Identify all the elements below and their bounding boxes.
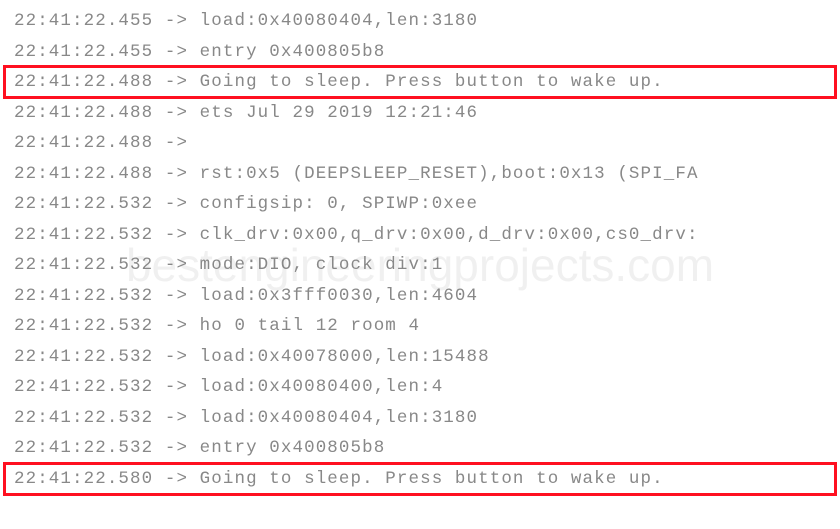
log-message: load:0x40078000,len:15488: [200, 347, 490, 367]
log-timestamp: 22:41:22.488: [14, 103, 153, 123]
log-timestamp: 22:41:22.455: [14, 42, 153, 62]
log-arrow: ->: [165, 11, 188, 31]
log-arrow: ->: [165, 469, 188, 489]
log-line: 22:41:22.532 -> configsip: 0, SPIWP:0xee: [14, 189, 840, 220]
log-message: ho 0 tail 12 room 4: [200, 316, 420, 336]
log-arrow: ->: [165, 164, 188, 184]
log-line: 22:41:22.532 -> ho 0 tail 12 room 4: [14, 311, 840, 342]
log-line: 22:41:22.488 -> ets Jul 29 2019 12:21:46: [14, 98, 840, 129]
log-line: 22:41:22.488 ->: [14, 128, 840, 159]
log-arrow: ->: [165, 316, 188, 336]
log-arrow: ->: [165, 103, 188, 123]
log-message: ets Jul 29 2019 12:21:46: [200, 103, 478, 123]
log-message: load:0x3fff0030,len:4604: [200, 286, 478, 306]
log-message: clk_drv:0x00,q_drv:0x00,d_drv:0x00,cs0_d…: [200, 225, 699, 245]
log-timestamp: 22:41:22.532: [14, 347, 153, 367]
serial-log: 22:41:22.455 -> load:0x40080404,len:3180…: [0, 0, 840, 494]
log-message: load:0x40080404,len:3180: [200, 11, 478, 31]
log-arrow: ->: [165, 347, 188, 367]
log-arrow: ->: [165, 72, 188, 92]
log-timestamp: 22:41:22.488: [14, 72, 153, 92]
log-line: 22:41:22.532 -> clk_drv:0x00,q_drv:0x00,…: [14, 220, 840, 251]
log-arrow: ->: [165, 286, 188, 306]
log-arrow: ->: [165, 255, 188, 275]
log-timestamp: 22:41:22.532: [14, 225, 153, 245]
log-timestamp: 22:41:22.580: [14, 469, 153, 489]
log-message: configsip: 0, SPIWP:0xee: [200, 194, 478, 214]
log-line: 22:41:22.532 -> mode:DIO, clock div:1: [14, 250, 840, 281]
log-message: load:0x40080404,len:3180: [200, 408, 478, 428]
log-timestamp: 22:41:22.488: [14, 164, 153, 184]
log-line: 22:41:22.532 -> entry 0x400805b8: [14, 433, 840, 464]
log-line: 22:41:22.532 -> load:0x3fff0030,len:4604: [14, 281, 840, 312]
log-message: entry 0x400805b8: [200, 42, 386, 62]
log-line: 22:41:22.580 -> Going to sleep. Press bu…: [14, 464, 840, 495]
log-line: 22:41:22.532 -> load:0x40080404,len:3180: [14, 403, 840, 434]
log-arrow: ->: [165, 438, 188, 458]
log-timestamp: 22:41:22.532: [14, 255, 153, 275]
log-message: load:0x40080400,len:4: [200, 377, 444, 397]
log-arrow: ->: [165, 194, 188, 214]
log-line: 22:41:22.488 -> rst:0x5 (DEEPSLEEP_RESET…: [14, 159, 840, 190]
log-arrow: ->: [165, 133, 188, 153]
log-message: Going to sleep. Press button to wake up.: [200, 72, 664, 92]
log-line: 22:41:22.488 -> Going to sleep. Press bu…: [14, 67, 840, 98]
log-timestamp: 22:41:22.532: [14, 377, 153, 397]
log-arrow: ->: [165, 408, 188, 428]
log-arrow: ->: [165, 377, 188, 397]
log-line: 22:41:22.455 -> load:0x40080404,len:3180: [14, 6, 840, 37]
log-timestamp: 22:41:22.532: [14, 286, 153, 306]
log-timestamp: 22:41:22.532: [14, 438, 153, 458]
log-timestamp: 22:41:22.455: [14, 11, 153, 31]
log-arrow: ->: [165, 225, 188, 245]
log-message: mode:DIO, clock div:1: [200, 255, 444, 275]
log-line: 22:41:22.532 -> load:0x40080400,len:4: [14, 372, 840, 403]
log-message: rst:0x5 (DEEPSLEEP_RESET),boot:0x13 (SPI…: [200, 164, 699, 184]
log-line: 22:41:22.455 -> entry 0x400805b8: [14, 37, 840, 68]
log-timestamp: 22:41:22.488: [14, 133, 153, 153]
log-timestamp: 22:41:22.532: [14, 316, 153, 336]
log-arrow: ->: [165, 42, 188, 62]
log-timestamp: 22:41:22.532: [14, 408, 153, 428]
log-message: entry 0x400805b8: [200, 438, 386, 458]
log-timestamp: 22:41:22.532: [14, 194, 153, 214]
log-message: Going to sleep. Press button to wake up.: [200, 469, 664, 489]
log-line: 22:41:22.532 -> load:0x40078000,len:1548…: [14, 342, 840, 373]
